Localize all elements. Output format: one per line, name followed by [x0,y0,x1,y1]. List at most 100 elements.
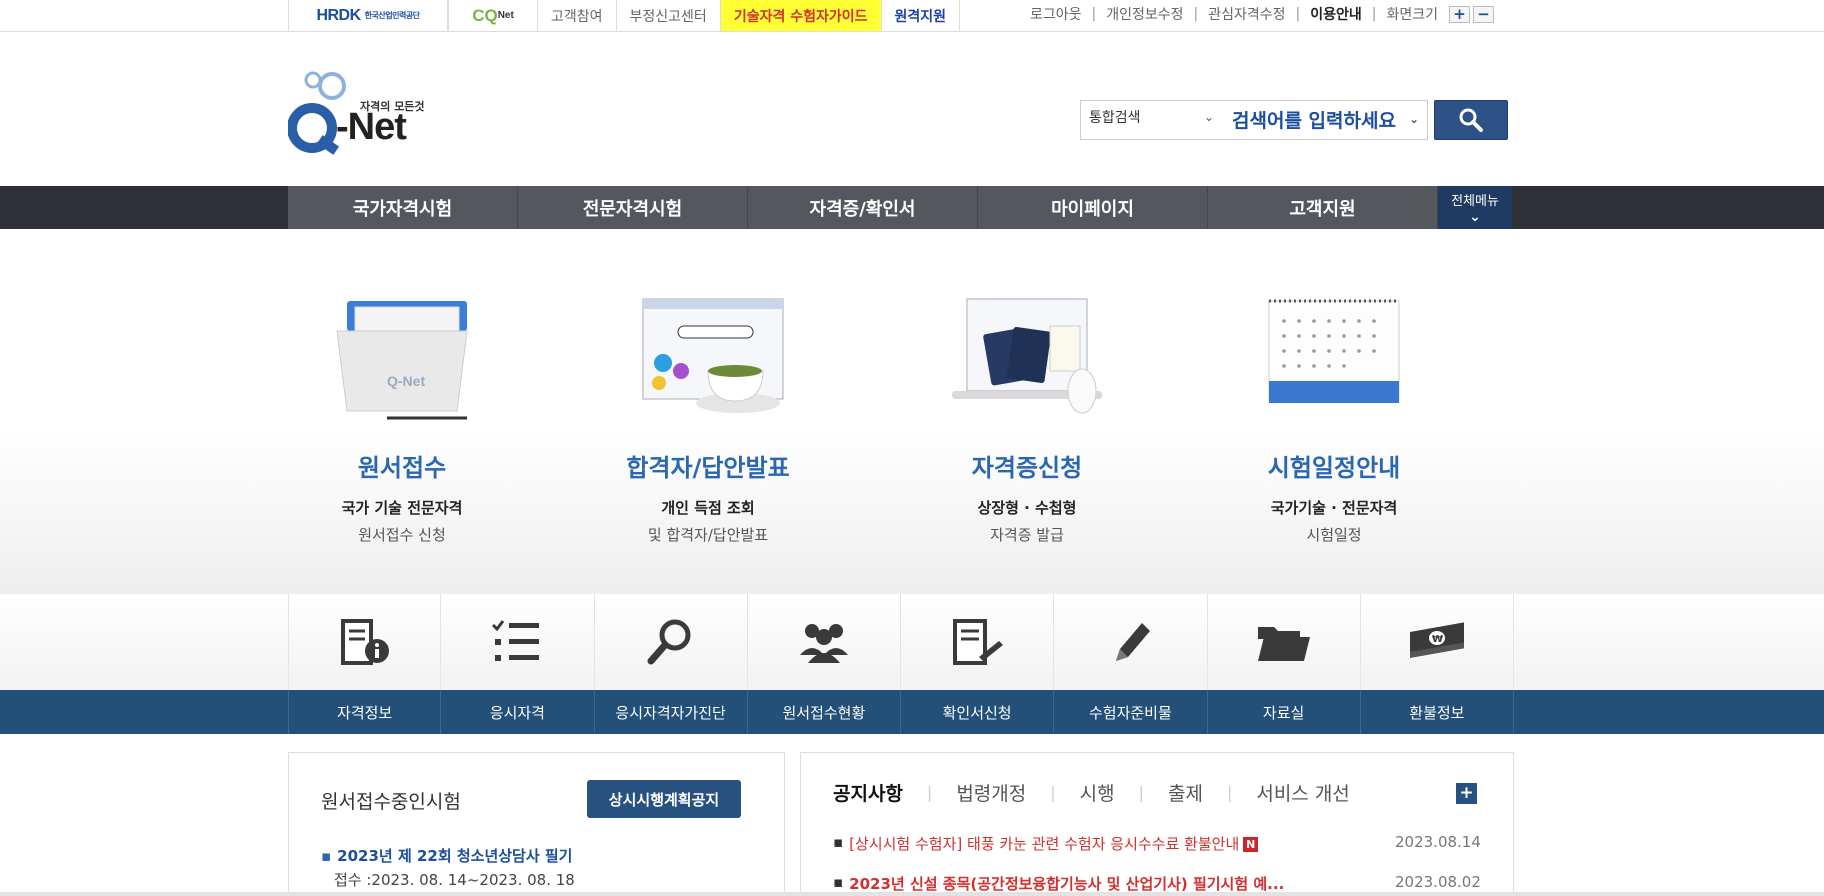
horizontal-scrollbar[interactable] [0,892,1824,896]
bullet-icon: ▪ [833,833,844,851]
screen-size-label: 화면크기 [1386,7,1439,23]
link-logout[interactable]: 로그아웃 [1030,4,1082,24]
ongoing-exams-panel: 원서접수중인시험 상시시행계획공지 ▪ 2023년 제 22회 청소년상담사 필기… [288,752,785,896]
quick-label-qualification-info[interactable]: 자격정보 [288,690,442,734]
hero-title: 원서접수 [357,454,447,482]
quick-label-archive[interactable]: 자료실 [1208,690,1361,734]
notice-text: [상시시험 수험자] 태풍 카눈 관련 수험자 응시수수료 환불안내 [849,835,1240,853]
search-input[interactable]: 검색어를 입력하세요 ⌄ [1228,100,1428,140]
quick-icon-confirmation[interactable] [901,594,1055,690]
separator: | [1193,6,1199,22]
document-info-icon [340,619,389,665]
notice-item[interactable]: ▪ 2023년 신설 종목(공간정보융합기능사 및 산업기사) 필기시험 예..… [833,873,1483,894]
notice-title: [상시시험 수험자] 태풍 카눈 관련 수험자 응시수수료 환불안내 N [849,833,1349,854]
regular-exam-plan-button[interactable]: 상시시행계획공지 [587,780,741,818]
separator: | [926,783,933,802]
hero-item-results[interactable]: 합격자/답안발표 개인 득점 조회 및 합격자/답안발표 [583,291,833,545]
svg-text:Q-Net: Q-Net [387,373,425,389]
nav-national-exam[interactable]: 국가자격시험 [288,186,518,229]
quick-icon-qualification-info[interactable] [288,594,442,690]
quick-icon-preparation[interactable] [1054,594,1208,690]
calendar-icon [1268,299,1400,403]
tab-notices[interactable]: 공지사항 [833,779,903,806]
laptop-passport-icon [952,298,1102,414]
top-right-links: 로그아웃 | 개인정보수정 | 관심자격수정 | 이용안내 | 화면크기 + − [1030,0,1495,28]
separator: | [1091,6,1097,22]
document-edit-icon [953,619,1004,665]
hrdk-logo-sub: 한국산업인력공단 [364,11,420,20]
magnifier-icon [647,619,691,665]
quick-label-refund[interactable]: 환불정보 [1361,690,1514,734]
hrdk-logo[interactable]: HRDK 한국산업인력공단 [288,0,448,31]
all-menu-button[interactable]: 전체메뉴 ⌄ [1438,186,1512,229]
quick-icon-application-status[interactable] [748,594,901,690]
qnet-logo[interactable]: 자격의 모든것 -Net [287,62,428,157]
svg-text:₩: ₩ [1432,634,1443,645]
quick-icon-eligibility[interactable] [441,594,595,690]
link-remote-support[interactable]: 원격지원 [882,0,961,31]
hero-item-schedule[interactable]: 시험일정안내 국가기술 · 전문자격 시험일정 [1209,291,1459,545]
hero-title: 합격자/답안발표 [626,454,790,482]
nav-professional-exam[interactable]: 전문자격시험 [518,186,748,229]
top-left-links: HRDK 한국산업인력공단 CQ Net 고객참여 부정신고센터 기술자격 수험자… [288,0,961,31]
all-menu-label: 전체메뉴 [1451,194,1499,209]
search-scope-value: 통합검색 [1089,110,1141,126]
chevron-down-icon: ⌄ [1408,112,1419,126]
tab-law-revision[interactable]: 법령개정 [956,779,1026,806]
link-customer-participation[interactable]: 고객참여 [538,0,617,31]
tab-implementation[interactable]: 시행 [1080,779,1115,806]
quick-label-confirmation[interactable]: 확인서신청 [901,690,1055,734]
quick-icon-refund[interactable]: ₩ [1361,594,1514,690]
quick-menu: ₩ 자격정보 응시자격 응시자격자가진단 원서접수현황 확인서신청 수험자준비물… [0,594,1824,734]
notice-date: 2023.08.14 [1395,833,1481,851]
quick-label-self-diagnosis[interactable]: 응시자격자가진단 [595,690,748,734]
notice-title: 2023년 신설 종목(공간정보융합기능사 및 산업기사) 필기시험 예... [849,875,1285,893]
link-edit-profile[interactable]: 개인정보수정 [1106,4,1183,24]
link-examinee-guide[interactable]: 기술자격 수험자가이드 [720,0,882,31]
hero-item-certificate[interactable]: 자격증신청 상장형 · 수첩형 자격증 발급 [902,291,1152,545]
link-edit-interests[interactable]: 관심자격수정 [1208,4,1285,24]
zoom-in-button[interactable]: + [1449,5,1471,23]
cq-net-logo[interactable]: CQ Net [448,0,538,31]
more-notices-button[interactable]: + [1456,783,1477,804]
notice-tabs: 공지사항 | 법령개정 | 시행 | 출제 | 서비스 개선 [833,779,1350,806]
notice-date: 2023.08.02 [1395,873,1481,891]
tab-question-setting[interactable]: 출제 [1168,779,1203,806]
search-button[interactable] [1434,100,1508,140]
search-scope-select[interactable]: 통합검색 ⌄ [1080,100,1228,140]
separator: | [1295,6,1301,22]
bullet-icon: ▪ [321,847,332,865]
nav-mypage[interactable]: 마이페이지 [978,186,1208,229]
hero-subtitle: 상장형 · 수첩형 [977,499,1077,517]
hero-item-application[interactable]: Q-Net 원서접수 국가 기술 전문자격 원서접수 신청 [277,291,527,545]
main-navigation: 국가자격시험 전문자격시험 자격증/확인서 마이페이지 고객지원 전체메뉴 ⌄ [0,186,1824,229]
quick-label-preparation[interactable]: 수험자준비물 [1054,690,1208,734]
hero-title: 자격증신청 [971,454,1083,482]
nav-certificate[interactable]: 자격증/확인서 [748,186,978,229]
chevron-down-icon: ⌄ [1203,110,1214,124]
hero-subtitle: 국가 기술 전문자격 [341,499,463,517]
cq-logo-sub: Net [497,10,514,21]
exam-period: 접수 :2023. 08. 14~2023. 08. 18 [334,871,575,889]
hero-description: 시험일정 [1306,526,1362,544]
money-icon: ₩ [1409,622,1464,658]
nav-customer-support[interactable]: 고객지원 [1208,186,1438,229]
bullet-icon: ▪ [833,873,844,891]
hero-subtitle: 개인 득점 조회 [661,499,755,517]
separator: | [1371,6,1377,22]
quick-label-application-status[interactable]: 원서접수현황 [748,690,901,734]
search-placeholder: 검색어를 입력하세요 [1232,110,1396,132]
hero-title: 시험일정안내 [1267,454,1401,482]
link-usage-guide[interactable]: 이용안내 [1310,4,1362,24]
tab-service-improvement[interactable]: 서비스 개선 [1256,779,1349,806]
zoom-out-button[interactable]: − [1473,5,1495,23]
quick-icon-archive[interactable] [1208,594,1361,690]
hero-section: Q-Net 원서접수 국가 기술 전문자격 원서접수 신청 합격자/답안발표 개… [0,229,1824,594]
quick-label-eligibility[interactable]: 응시자격 [441,690,595,734]
quick-icon-self-diagnosis[interactable] [595,594,748,690]
exam-item[interactable]: ▪ 2023년 제 22회 청소년상담사 필기 [321,845,572,866]
separator: | [1050,783,1056,802]
search-icon [1459,108,1483,132]
link-report-center[interactable]: 부정신고센터 [617,0,721,31]
notice-item[interactable]: ▪ [상시시험 수험자] 태풍 카눈 관련 수험자 응시수수료 환불안내 N 20… [833,833,1483,854]
